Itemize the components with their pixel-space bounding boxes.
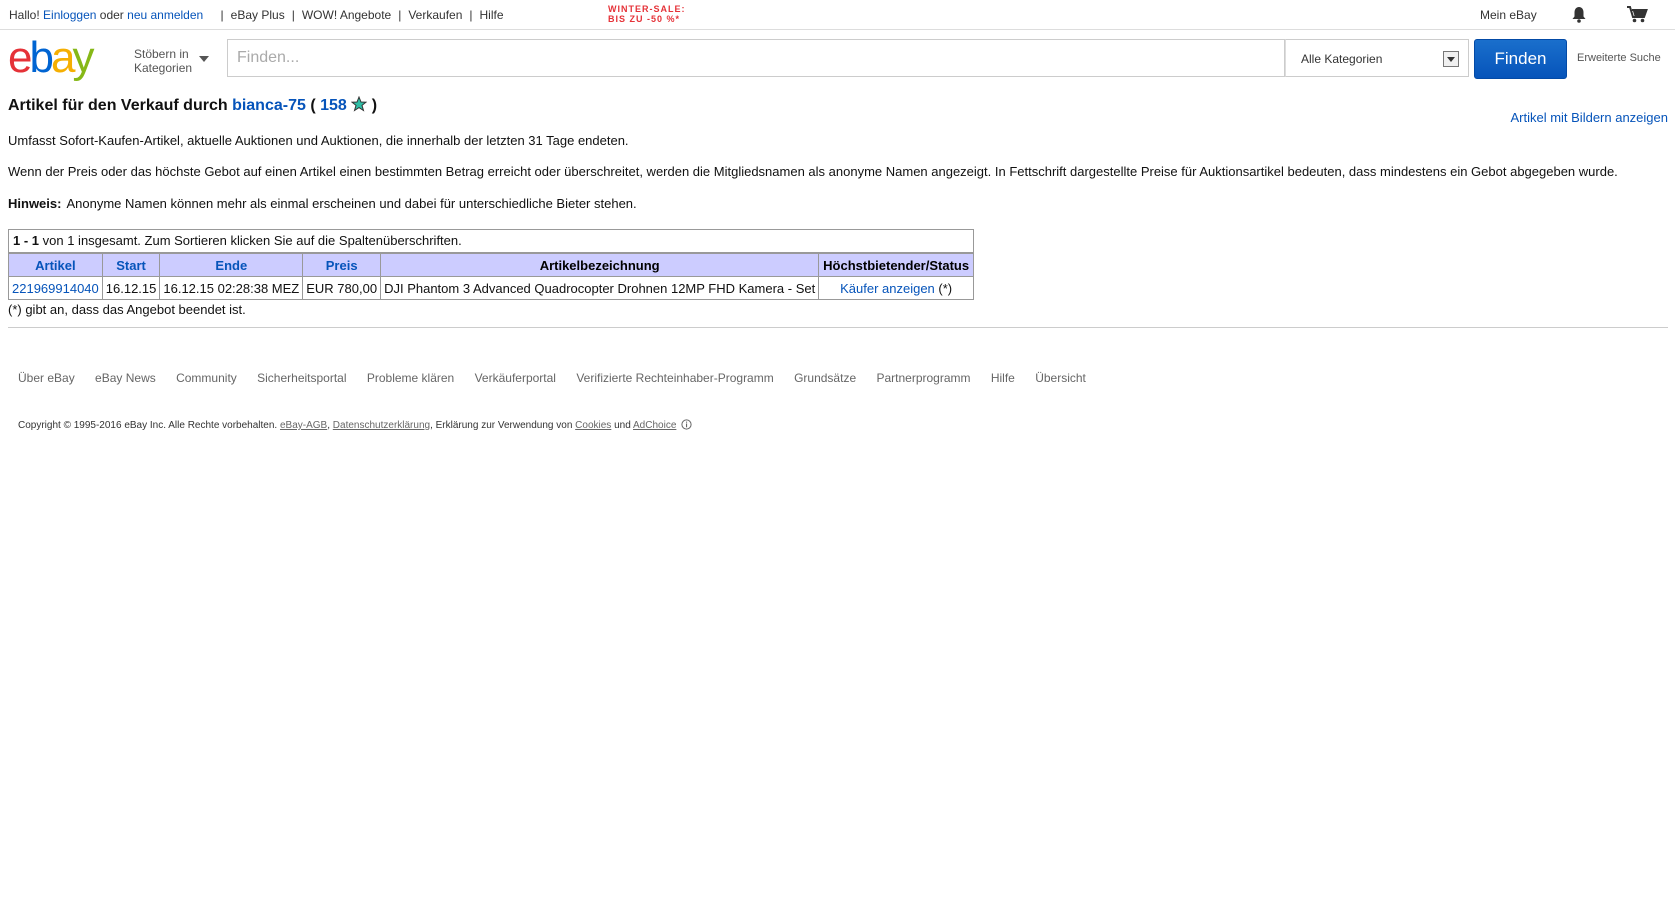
seller-link[interactable]: bianca-75 [232,97,306,114]
status-suffix: (*) [938,280,953,296]
table-footnote: (*) gibt an, dass das Angebot beendet is… [8,302,246,317]
divider [8,327,1668,328]
cart-icon[interactable] [1626,5,1648,26]
sell-link[interactable]: Verkaufen [408,8,462,22]
footer-link-vero[interactable]: Verifizierte Rechteinhaber-Programm [576,371,773,385]
adchoice-link[interactable]: AdChoice [633,420,676,431]
cookies-link[interactable]: Cookies [575,420,611,431]
hint-paragraph: Hinweis: Anonyme Namen können mehr als ei… [8,196,637,211]
results-table-container: 1 - 1 von 1 insgesamt. Zum Sortieren kli… [8,229,974,300]
info-paragraph-2: Wenn der Preis oder das höchste Gebot au… [8,164,1618,179]
advanced-search-link[interactable]: Erweiterte Suche [1577,52,1661,64]
header: ebay Stöbern in Kategorien Alle Kategori… [0,30,1675,92]
winter-sale-line1: WINTER-SALE: [608,4,686,14]
footer-link-help[interactable]: Hilfe [991,371,1015,385]
ebay-logo[interactable]: ebay [8,33,128,89]
footer-link-about[interactable]: Über eBay [18,371,75,385]
column-header-start[interactable]: Start [101,253,161,277]
wow-deals-link[interactable]: WOW! Angebote [302,8,391,22]
browse-line2: Kategorien [134,61,193,75]
star-icon[interactable] [350,95,368,117]
footer-link-partner[interactable]: Partnerprogramm [876,371,970,385]
item-number-link[interactable]: 221969914040 [12,281,99,296]
paren-open: ( [310,97,316,114]
copyright: Copyright © 1995-2016 eBay Inc. Alle Rec… [18,419,692,433]
info-paragraph-1: Umfasst Sofort-Kaufen-Artikel, aktuelle … [8,133,629,148]
top-bar-right: Mein eBay [1375,0,1675,29]
column-header-end[interactable]: Ende [159,253,304,277]
bell-icon[interactable] [1571,6,1587,26]
winter-sale-banner[interactable]: WINTER-SALE: BIS ZU -50 %* [608,4,686,24]
greeting: Hallo! [9,8,40,22]
top-bar-left: Hallo! Einloggen oder neu anmelden | eBay… [9,8,504,22]
copyright-text: Copyright © 1995-2016 eBay Inc. Alle Rec… [18,420,278,431]
info-icon[interactable] [681,419,692,433]
browse-line1: Stöbern in [134,47,189,61]
table-row: 221969914040 16.12.15 16.12.15 02:28:38 … [9,276,973,299]
title-prefix: Artikel für den Verkauf durch [8,97,228,114]
search-box [227,39,1285,77]
help-link[interactable]: Hilfe [480,8,504,22]
footer-link-resolve[interactable]: Probleme klären [367,371,454,385]
column-header-status: Höchstbietender/Status [818,253,973,277]
results-count-text: von 1 insgesamt. Zum Sortieren klicken S… [42,233,462,248]
hint-text: Anonyme Namen können mehr als einmal ers… [66,196,637,211]
footer-link-sitemap[interactable]: Übersicht [1035,371,1086,385]
and-text: und [614,420,631,431]
register-link[interactable]: neu anmelden [127,8,203,22]
show-buyer-link[interactable]: Käufer anzeigen [840,281,935,296]
column-header-title: Artikelbezeichnung [380,253,820,277]
or-text: oder [99,8,124,22]
item-title: DJI Phantom 3 Advanced Quadrocopter Droh… [380,276,820,299]
price: EUR 780,00 [302,276,382,299]
page-title: Artikel für den Verkauf durch bianca-75 … [8,95,378,117]
end-date: 16.12.15 02:28:38 MEZ [159,276,304,299]
footer-links: Über eBay eBay News Community Sicherheit… [18,371,1103,385]
feedback-score-link[interactable]: 158 [320,97,347,114]
results-range: 1 - 1 [13,233,40,248]
paren-close: ) [371,97,378,114]
comma: , [327,420,331,431]
start-date: 16.12.15 [101,276,161,299]
hint-label: Hinweis: [8,196,62,211]
browse-categories[interactable]: Stöbern in Kategorien [134,47,192,75]
search-input[interactable] [228,40,1283,76]
agb-link[interactable]: eBay-AGB [280,420,327,431]
results-table: Artikel Start Ende Preis Artikelbezeichn… [9,253,973,299]
my-ebay-link[interactable]: Mein eBay [1480,8,1537,22]
footer-link-policies[interactable]: Grundsätze [794,371,856,385]
cookies-prefix: , Erklärung zur Verwendung von [430,420,573,431]
svg-text:ebay: ebay [8,34,94,82]
footer-link-news[interactable]: eBay News [95,371,156,385]
footer-link-security[interactable]: Sicherheitsportal [257,371,346,385]
chevron-down-icon[interactable] [199,56,209,62]
column-header-price[interactable]: Preis [302,253,382,277]
winter-sale-line2: BIS ZU -50 %* [608,14,681,24]
ebay-plus-link[interactable]: eBay Plus [231,8,285,22]
category-select-value: Alle Kategorien [1301,52,1383,66]
find-button[interactable]: Finden [1474,39,1567,79]
column-header-item[interactable]: Artikel [9,253,103,277]
results-count: 1 - 1 von 1 insgesamt. Zum Sortieren kli… [9,230,973,253]
privacy-link[interactable]: Datenschutzerklärung [333,420,430,431]
footer-link-community[interactable]: Community [176,371,237,385]
login-link[interactable]: Einloggen [43,8,96,22]
dropdown-arrow-icon[interactable] [1443,51,1459,67]
category-select[interactable]: Alle Kategorien [1285,39,1469,77]
status-cell: Käufer anzeigen (*) [818,276,973,299]
footer-link-seller-portal[interactable]: Verkäuferportal [475,371,556,385]
table-header-row: Artikel Start Ende Preis Artikelbezeichn… [9,253,973,277]
top-bar: Hallo! Einloggen oder neu anmelden | eBay… [0,0,1675,30]
show-with-pictures-link[interactable]: Artikel mit Bildern anzeigen [1510,110,1668,125]
